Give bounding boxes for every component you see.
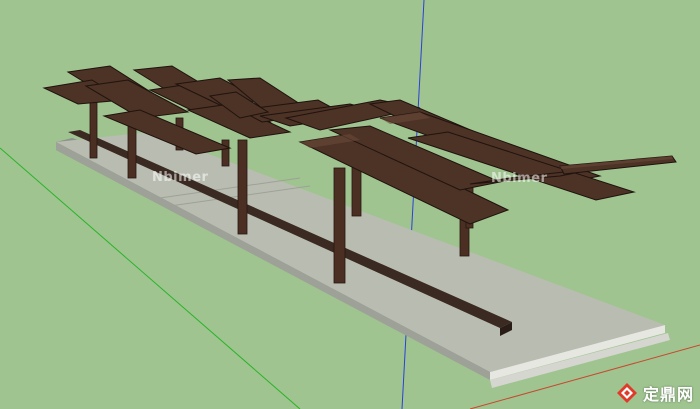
- watermark-right: Nbimer: [491, 171, 548, 186]
- site-logo[interactable]: 定鼎网: [615, 381, 694, 405]
- dingding-logo-icon: [616, 383, 637, 403]
- blue-axis: [401, 0, 425, 409]
- logo-text: 定鼎网: [642, 385, 694, 404]
- watermark-left: Nbimer: [152, 170, 209, 185]
- model-scene[interactable]: [0, 0, 700, 409]
- sketchup-viewport[interactable]: Nbimer Nbimer 定鼎网: [0, 0, 700, 409]
